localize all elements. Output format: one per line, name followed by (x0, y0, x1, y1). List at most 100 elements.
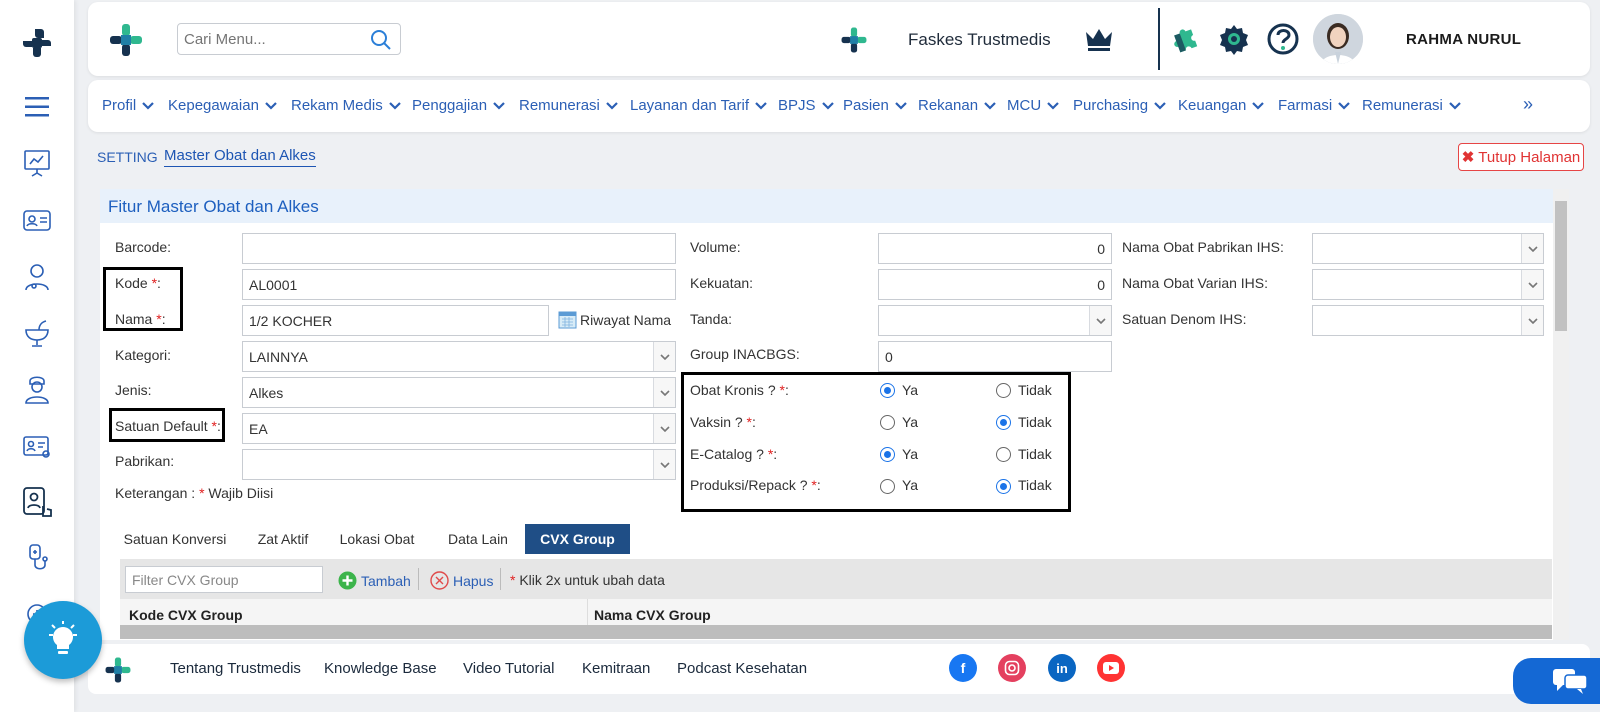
satuan-denom-ihs-label: Satuan Denom IHS: (1122, 311, 1247, 327)
brand-logo-icon[interactable] (108, 22, 144, 61)
obat-kronis-tidak-radio[interactable] (996, 383, 1011, 398)
ecatalog-tidak-radio[interactable] (996, 447, 1011, 462)
pharmacy-bowl-icon[interactable] (18, 314, 56, 352)
kode-field[interactable]: AL0001 (242, 269, 676, 300)
jenis-select[interactable]: Alkes (242, 377, 676, 408)
chevron-down-icon[interactable] (1089, 306, 1111, 335)
tab-lokasi-obat[interactable]: Lokasi Obat (328, 524, 426, 554)
hamburger-menu-icon[interactable] (18, 88, 56, 126)
tab-satuan-konversi[interactable]: Satuan Konversi (112, 524, 238, 554)
breadcrumb-page[interactable]: Master Obat dan Alkes (164, 147, 316, 167)
kategori-select[interactable]: LAINNYA (242, 341, 676, 372)
filter-cvx-group-input[interactable]: Filter CVX Group (125, 566, 323, 593)
vertical-scrollbar[interactable] (1553, 189, 1569, 640)
column-header-nama[interactable]: Nama CVX Group (594, 607, 711, 623)
menu-mcu[interactable]: MCU (1007, 97, 1059, 114)
riwayat-nama-button[interactable]: Riwayat Nama (558, 310, 671, 329)
scrollbar-thumb[interactable] (1555, 201, 1567, 331)
footer-link-podcast[interactable]: Podcast Kesehatan (677, 660, 807, 677)
main-menu-bar: Profil Kepegawaian Rekam Medis Penggajia… (88, 80, 1590, 132)
breadcrumb-section[interactable]: SETTING (97, 149, 158, 165)
menu-penggajian[interactable]: Penggajian (412, 97, 505, 114)
user-name[interactable]: RAHMA NURUL (1406, 31, 1521, 48)
menu-keuangan[interactable]: Keuangan (1178, 97, 1265, 114)
vaksin-tidak-radio[interactable] (996, 415, 1011, 430)
menu-purchasing[interactable]: Purchasing (1073, 97, 1166, 114)
crown-icon[interactable] (1084, 26, 1114, 55)
youtube-icon[interactable] (1097, 654, 1125, 682)
menu-pasien[interactable]: Pasien (843, 97, 907, 114)
menu-profil[interactable]: Profil (102, 97, 154, 114)
add-cvx-button[interactable]: Tambah (338, 571, 411, 590)
group-inacbgs-field[interactable]: 0 (878, 341, 1112, 372)
footer-logo-icon[interactable] (104, 656, 132, 687)
user-manage-icon[interactable] (18, 484, 56, 522)
menu-kepegawaian[interactable]: Kepegawaian (168, 97, 277, 114)
linkedin-icon[interactable]: in (1048, 654, 1076, 682)
ecatalog-ya-radio[interactable] (880, 447, 895, 462)
barcode-field[interactable] (242, 233, 676, 264)
menu-more-button[interactable]: » (1523, 94, 1533, 115)
instagram-icon[interactable] (998, 654, 1026, 682)
volume-field[interactable]: 0 (878, 233, 1112, 264)
chevron-down-icon[interactable] (653, 414, 675, 443)
close-page-button[interactable]: ✖ Tutup Halaman (1458, 143, 1584, 171)
footer-link-video-tutorial[interactable]: Video Tutorial (463, 660, 554, 677)
keterangan-note: Keterangan : * Wajib Diisi (115, 485, 273, 501)
chat-icon (1553, 669, 1587, 694)
footer-link-tentang[interactable]: Tentang Trustmedis (170, 660, 301, 677)
vaksin-ya-radio[interactable] (880, 415, 895, 430)
nama-varian-ihs-select[interactable] (1312, 269, 1544, 300)
chevron-down-icon[interactable] (653, 450, 675, 479)
pabrikan-select[interactable] (242, 449, 676, 480)
nama-field[interactable]: 1/2 KOCHER (242, 305, 549, 336)
obat-kronis-ya-radio[interactable] (880, 383, 895, 398)
medical-bag-icon[interactable] (18, 540, 56, 578)
chevron-down-icon[interactable] (1521, 270, 1543, 299)
chevron-down-icon[interactable] (1521, 234, 1543, 263)
menu-search-input[interactable] (178, 24, 358, 54)
avatar[interactable] (1313, 14, 1363, 64)
delete-cvx-button[interactable]: Hapus (430, 571, 493, 590)
chevron-down-icon[interactable] (653, 342, 675, 371)
label-colon: : (161, 311, 166, 327)
produksi-repack-tidak-radio[interactable] (996, 479, 1011, 494)
puzzle-icon[interactable] (1170, 24, 1200, 57)
menu-remunerasi[interactable]: Remunerasi (519, 97, 618, 114)
nama-pabrikan-ihs-select[interactable] (1312, 233, 1544, 264)
idea-bulb-button[interactable] (24, 601, 102, 679)
menu-remunerasi-2[interactable]: Remunerasi (1362, 97, 1461, 114)
gear-icon[interactable] (1218, 23, 1250, 58)
patient-card-icon[interactable] (18, 428, 56, 466)
kekuatan-field[interactable]: 0 (878, 269, 1112, 300)
menu-rekam-medis[interactable]: Rekam Medis (291, 97, 401, 114)
chat-button[interactable] (1513, 658, 1600, 704)
id-card-icon[interactable] (18, 202, 56, 240)
chevron-down-icon[interactable] (653, 378, 675, 407)
trustmedis-logo-icon[interactable] (18, 24, 56, 62)
satuan-default-select[interactable]: EA (242, 413, 676, 444)
column-header-kode[interactable]: Kode CVX Group (129, 607, 243, 623)
footer-link-kemitraan[interactable]: Kemitraan (582, 660, 650, 677)
presentation-board-icon[interactable] (18, 144, 56, 182)
menu-bpjs[interactable]: BPJS (778, 97, 834, 114)
help-icon[interactable] (1266, 22, 1300, 59)
nurse-icon[interactable] (18, 370, 56, 408)
tanda-select[interactable] (878, 305, 1112, 336)
tab-zat-aktif[interactable]: Zat Aktif (246, 524, 320, 554)
search-icon[interactable] (370, 29, 392, 54)
facebook-icon[interactable]: f (949, 654, 977, 682)
menu-layanan-tarif[interactable]: Layanan dan Tarif (630, 97, 767, 114)
chevron-down-icon[interactable] (1521, 306, 1543, 335)
satuan-denom-ihs-select[interactable] (1312, 305, 1544, 336)
chevron-down-icon (984, 101, 996, 110)
produksi-repack-ya-radio[interactable] (880, 479, 895, 494)
menu-farmasi[interactable]: Farmasi (1278, 97, 1350, 114)
footer-link-knowledge-base[interactable]: Knowledge Base (324, 660, 437, 677)
tab-data-lain[interactable]: Data Lain (434, 524, 522, 554)
menu-search-box[interactable] (177, 23, 401, 55)
horizontal-scrollbar[interactable] (120, 625, 1552, 639)
tab-cvx-group[interactable]: CVX Group (525, 524, 630, 554)
doctor-icon[interactable] (18, 258, 56, 296)
menu-rekanan[interactable]: Rekanan (918, 97, 996, 114)
